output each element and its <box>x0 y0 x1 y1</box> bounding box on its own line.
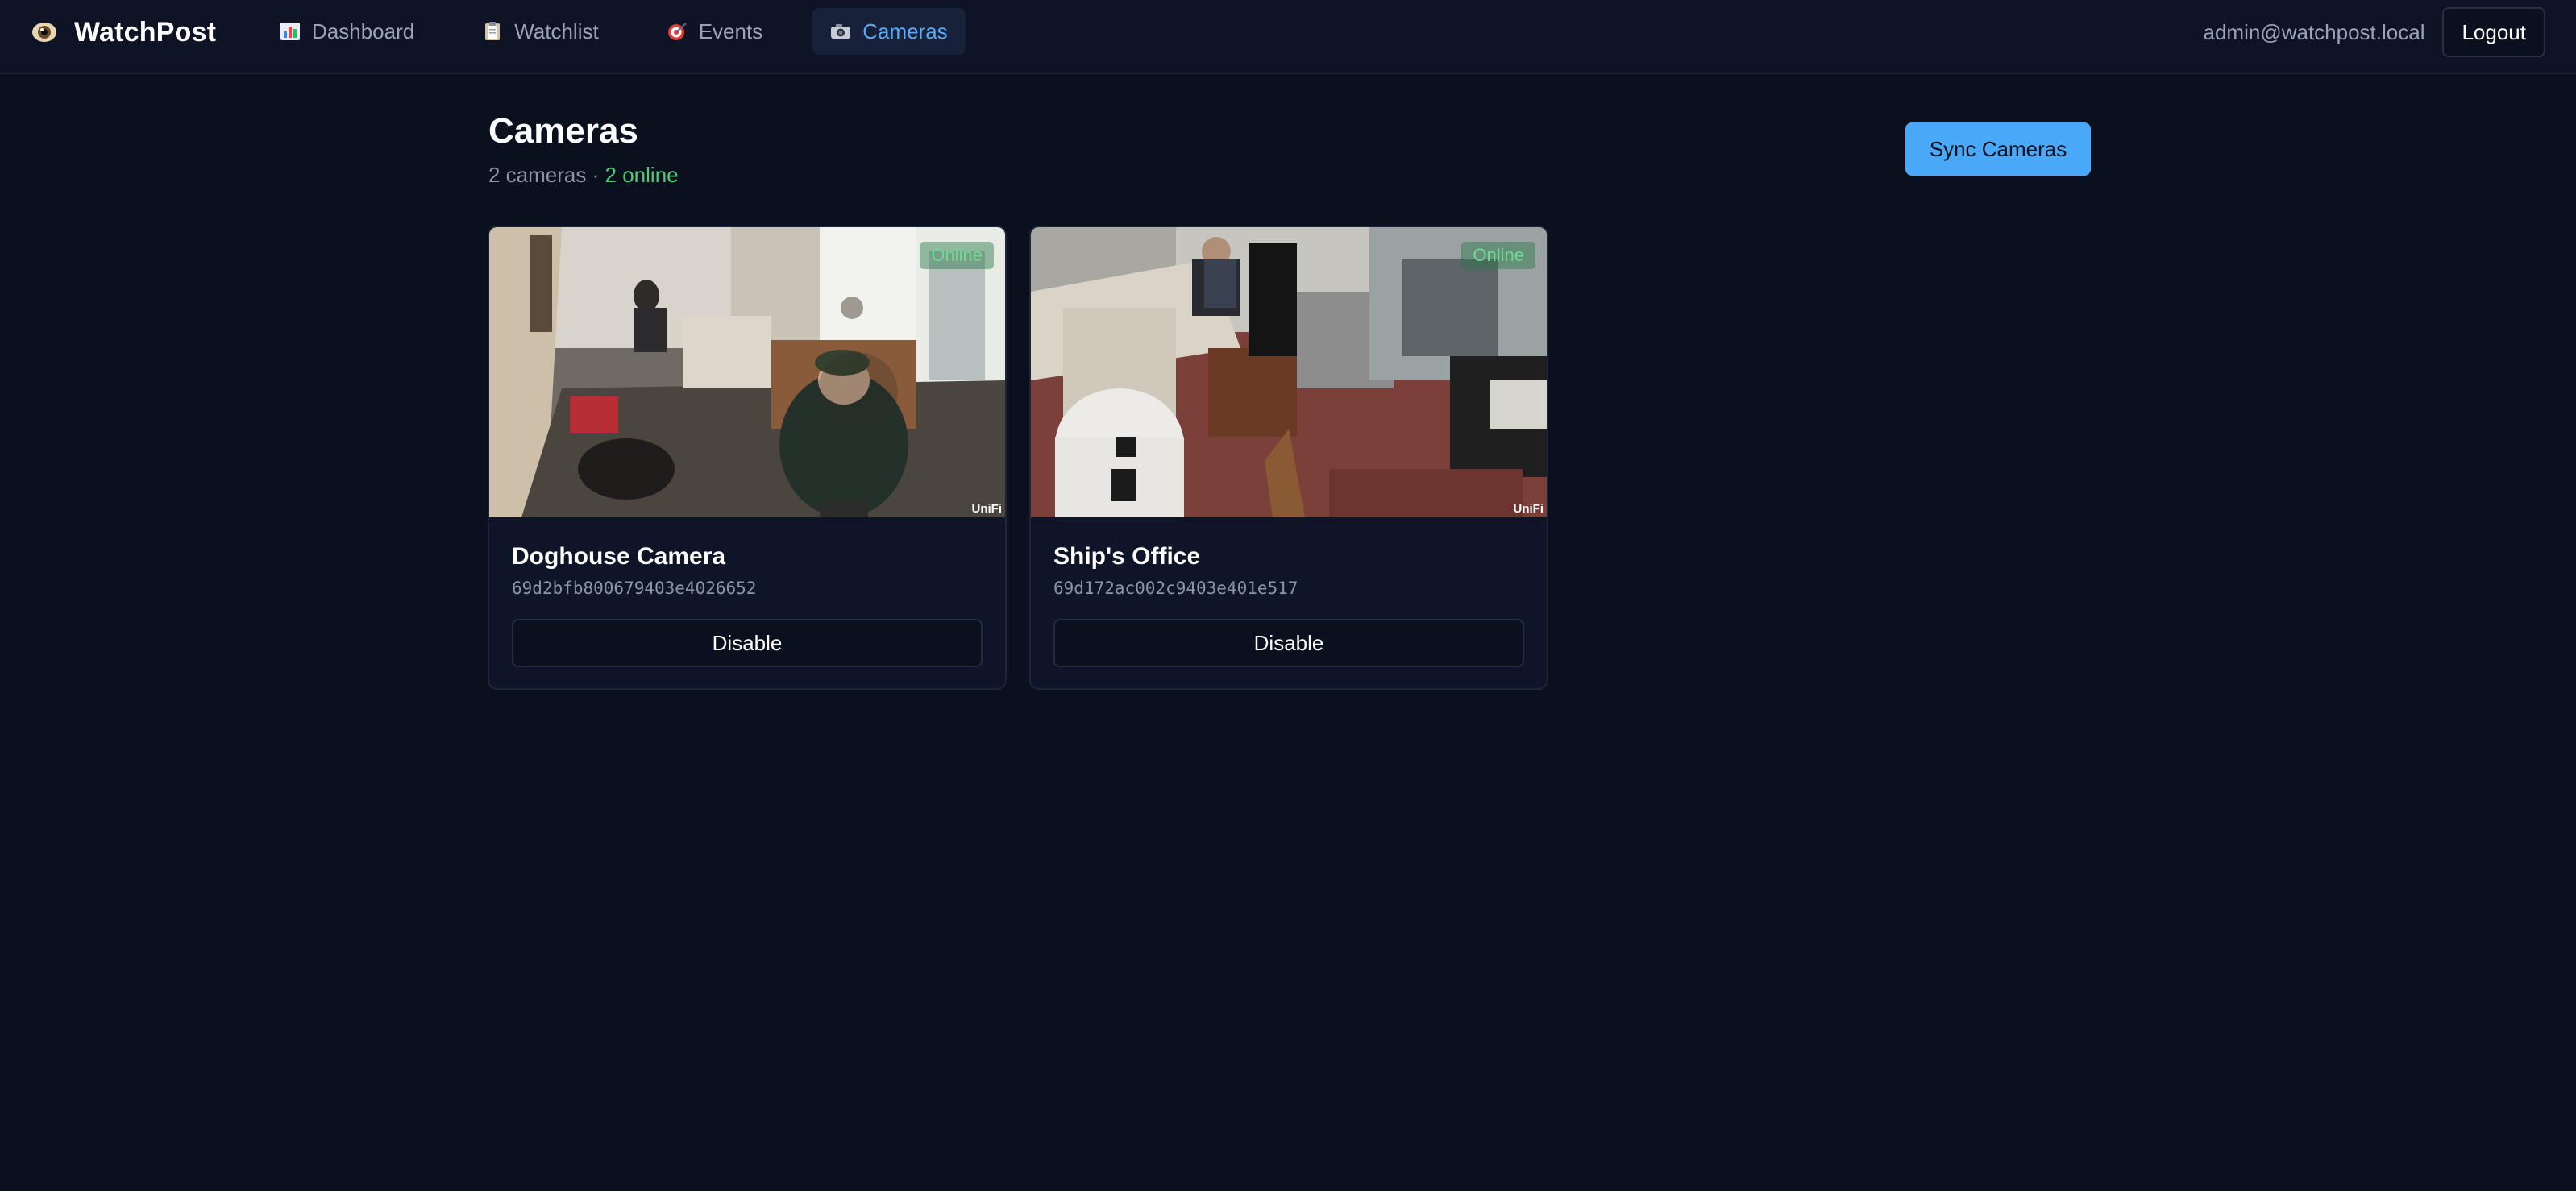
nav-item-watchlist[interactable]: Watchlist <box>464 8 617 55</box>
camera-snapshot[interactable]: Online UniFi <box>489 227 1005 517</box>
disable-camera-button[interactable]: Disable <box>512 619 983 667</box>
nav-label-events: Events <box>698 19 763 44</box>
camera-id: 69d2bfb800679403e4026652 <box>512 579 757 598</box>
nav-item-events[interactable]: Events <box>649 8 781 55</box>
account-email: admin@watchpost.local <box>2203 19 2425 44</box>
account-area: admin@watchpost.local Logout <box>2203 7 2545 57</box>
bar-chart-icon <box>280 23 300 40</box>
camera-id: 69d172ac002c9403e401e517 <box>1053 579 1298 598</box>
page-title: Cameras <box>488 111 638 151</box>
nav-label-dashboard: Dashboard <box>312 19 415 44</box>
camera-card: Online UniFi Ship's Office 69d172ac002c9… <box>1029 226 1548 690</box>
nav-label-cameras: Cameras <box>862 19 948 44</box>
brand[interactable]: WatchPost <box>31 16 216 48</box>
summary-separator: · <box>592 163 600 187</box>
camera-icon <box>831 24 851 39</box>
camera-snapshot[interactable]: Online UniFi <box>1031 227 1547 517</box>
camera-name: Ship's Office <box>1053 543 1201 570</box>
camera-summary: 2 cameras · 2 online <box>488 163 679 188</box>
top-nav-bar: WatchPost Dashboard Watchlist Events Cam… <box>0 0 2576 74</box>
logout-button[interactable]: Logout <box>2442 7 2545 57</box>
camera-watermark: UniFi <box>971 502 1003 516</box>
brand-name: WatchPost <box>74 16 217 48</box>
camera-count: 2 cameras <box>488 163 587 187</box>
nav-item-cameras[interactable]: Cameras <box>812 8 966 55</box>
nav-label-watchlist: Watchlist <box>514 19 599 44</box>
eye-icon <box>31 20 58 44</box>
nav-item-dashboard[interactable]: Dashboard <box>262 8 432 55</box>
disable-camera-button[interactable]: Disable <box>1053 619 1524 667</box>
main-nav: Dashboard Watchlist Events Cameras <box>262 8 998 55</box>
target-icon <box>667 23 687 40</box>
camera-watermark: UniFi <box>1513 502 1544 516</box>
status-badge: Online <box>1461 242 1535 269</box>
status-badge: Online <box>920 242 994 269</box>
camera-card: Online UniFi Doghouse Camera 69d2bfb8006… <box>488 226 1007 690</box>
camera-name: Doghouse Camera <box>512 543 726 570</box>
clipboard-icon <box>485 22 501 40</box>
sync-cameras-button[interactable]: Sync Cameras <box>1905 122 2091 176</box>
online-count: 2 online <box>605 163 679 187</box>
